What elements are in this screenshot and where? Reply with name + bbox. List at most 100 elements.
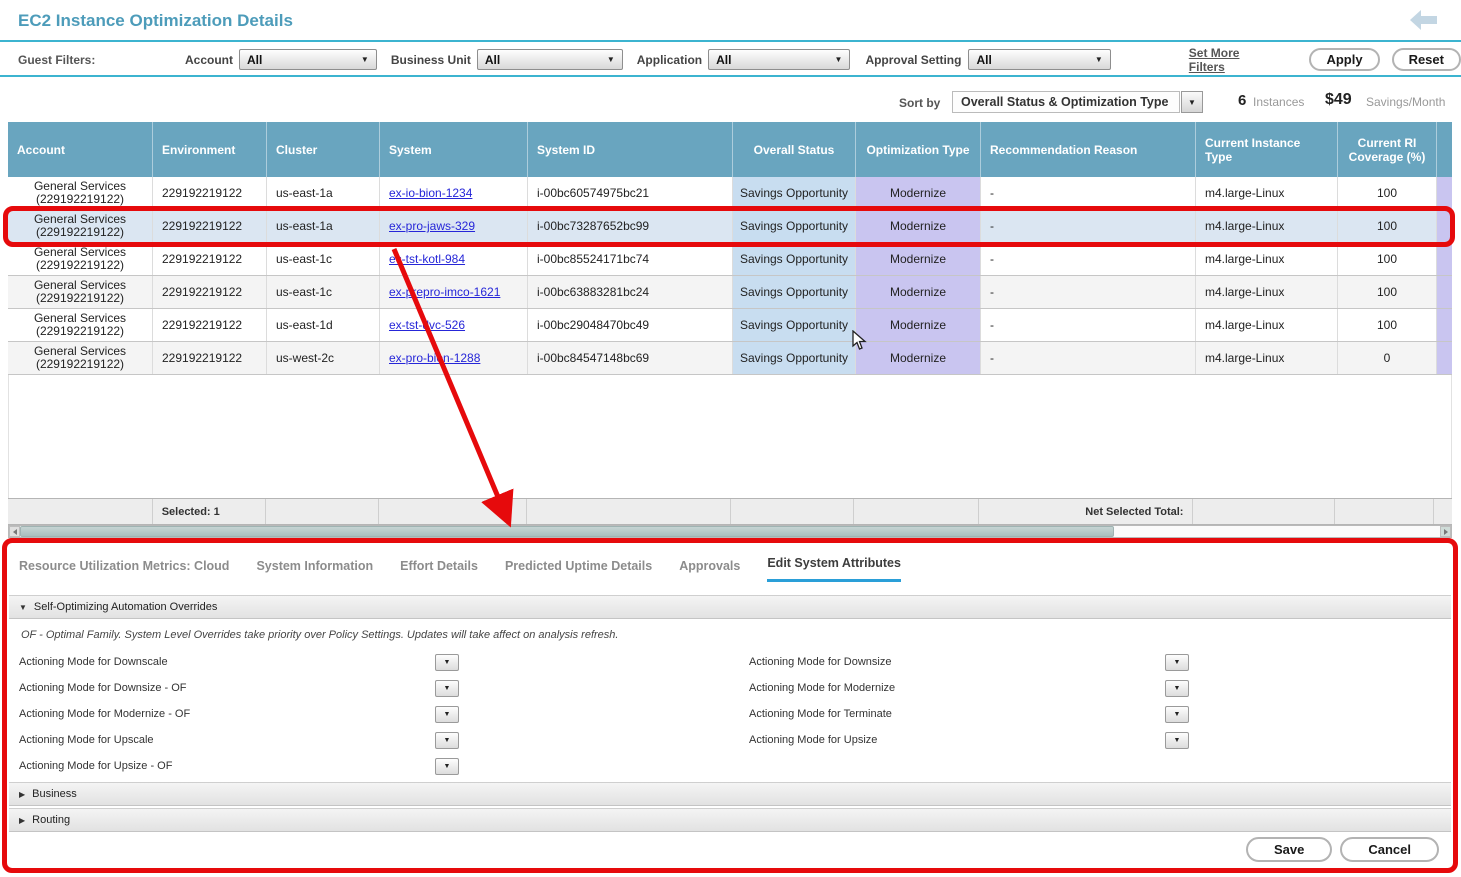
cell-sliver xyxy=(1437,243,1452,275)
cell-current-instance-type: m4.large-Linux xyxy=(1196,342,1338,374)
cell-system-id: i-00bc29048470bc49 xyxy=(528,309,733,341)
scrollbar-thumb[interactable] xyxy=(20,526,1114,537)
col-header-ri-coverage[interactable]: Current RI Coverage (%) xyxy=(1338,122,1437,177)
reset-button[interactable]: Reset xyxy=(1392,48,1461,71)
system-link[interactable]: ex-pro-bion-1288 xyxy=(389,351,480,365)
system-link[interactable]: ex-tst-dvc-526 xyxy=(389,318,465,332)
system-link[interactable]: ex-pro-jaws-329 xyxy=(389,219,475,233)
table-row[interactable]: General Services(229192219122) 229192219… xyxy=(8,243,1452,276)
col-header-environment[interactable]: Environment xyxy=(153,122,267,177)
back-arrow-icon[interactable] xyxy=(1409,8,1439,37)
scroll-left-icon[interactable] xyxy=(9,526,20,537)
application-filter-select[interactable]: All ▼ xyxy=(708,49,850,70)
account-filter-select[interactable]: All ▼ xyxy=(239,49,377,70)
cell-recommendation-reason: - xyxy=(981,210,1196,242)
system-link[interactable]: ex-io-bion-1234 xyxy=(389,186,472,200)
section-routing[interactable]: ▶ Routing xyxy=(9,808,1451,832)
form-row: Actioning Mode for Upscale ▼ xyxy=(19,727,459,753)
upsize-of-mode-select[interactable]: ▼ xyxy=(435,758,459,775)
table-row[interactable]: General Services(229192219122) 229192219… xyxy=(8,276,1452,309)
col-header-overall-status[interactable]: Overall Status xyxy=(733,122,856,177)
cancel-button[interactable]: Cancel xyxy=(1340,837,1439,862)
tab-resource-utilization-metrics[interactable]: Resource Utilization Metrics: Cloud xyxy=(19,559,229,582)
cell-optimization-type: Modernize xyxy=(856,243,981,275)
upscale-mode-select[interactable]: ▼ xyxy=(435,732,459,749)
modernize-of-mode-select[interactable]: ▼ xyxy=(435,706,459,723)
table-footer-row: Selected: 1 Net Selected Total: xyxy=(8,498,1452,525)
detail-panel: Resource Utilization Metrics: Cloud Syst… xyxy=(2,538,1458,873)
section-self-optimizing-overrides[interactable]: ▼ Self-Optimizing Automation Overrides xyxy=(9,595,1451,619)
downsize-mode-select[interactable]: ▼ xyxy=(1165,654,1189,671)
col-header-system-id[interactable]: System ID xyxy=(528,122,733,177)
modernize-mode-select[interactable]: ▼ xyxy=(1165,680,1189,697)
col-header-cluster[interactable]: Cluster xyxy=(267,122,380,177)
chevron-down-icon: ▼ xyxy=(1174,737,1181,744)
save-button[interactable]: Save xyxy=(1246,837,1332,862)
col-header-account[interactable]: Account xyxy=(8,122,153,177)
cell-system-id: i-00bc63883281bc24 xyxy=(528,276,733,308)
system-link[interactable]: ec-tst-kotl-984 xyxy=(389,252,465,266)
table-row[interactable]: General Services(229192219122) 229192219… xyxy=(8,309,1452,342)
section-label: Self-Optimizing Automation Overrides xyxy=(34,601,217,613)
cell-sliver xyxy=(1437,276,1452,308)
scroll-right-icon[interactable] xyxy=(1440,526,1451,537)
col-header-recommendation-reason[interactable]: Recommendation Reason xyxy=(981,122,1196,177)
cell-optimization-type: Modernize xyxy=(856,177,981,209)
cell-recommendation-reason: - xyxy=(981,243,1196,275)
horizontal-scrollbar[interactable] xyxy=(8,525,1452,538)
tab-predicted-uptime-details[interactable]: Predicted Uptime Details xyxy=(505,559,652,582)
field-label-upscale: Actioning Mode for Upscale xyxy=(19,734,154,746)
tab-edit-system-attributes[interactable]: Edit System Attributes xyxy=(767,556,901,582)
cell-ri-coverage: 100 xyxy=(1338,243,1437,275)
col-header-sliver xyxy=(1437,122,1452,177)
set-more-filters-link[interactable]: Set More Filters xyxy=(1189,46,1270,74)
cell-account: General Services(229192219122) xyxy=(8,276,153,308)
tab-approvals[interactable]: Approvals xyxy=(679,559,740,582)
tab-system-information[interactable]: System Information xyxy=(256,559,373,582)
terminate-mode-select[interactable]: ▼ xyxy=(1165,706,1189,723)
cell-current-instance-type: m4.large-Linux xyxy=(1196,309,1338,341)
table-row-selected[interactable]: General Services(229192219122) 229192219… xyxy=(8,210,1452,243)
upsize-mode-select[interactable]: ▼ xyxy=(1165,732,1189,749)
cell-optimization-type: Modernize xyxy=(856,276,981,308)
cell-sliver xyxy=(1437,342,1452,374)
col-header-optimization-type[interactable]: Optimization Type xyxy=(856,122,981,177)
system-link[interactable]: ex-prepro-imco-1621 xyxy=(389,285,500,299)
cell-overall-status: Savings Opportunity xyxy=(733,243,856,275)
cell-ri-coverage: 100 xyxy=(1338,309,1437,341)
overrides-form-left: Actioning Mode for Downscale ▼ Actioning… xyxy=(19,649,459,779)
approval-setting-filter-select[interactable]: All ▼ xyxy=(968,49,1110,70)
col-header-current-instance-type[interactable]: Current Instance Type xyxy=(1196,122,1338,177)
downsize-of-mode-select[interactable]: ▼ xyxy=(435,680,459,697)
chevron-down-icon: ▼ xyxy=(444,685,451,692)
chevron-down-icon: ▼ xyxy=(1188,98,1196,107)
cell-account: General Services(229192219122) xyxy=(8,243,153,275)
business-unit-filter-select[interactable]: All ▼ xyxy=(477,49,623,70)
table-row[interactable]: General Services(229192219122) 229192219… xyxy=(8,177,1452,210)
cell-account: General Services(229192219122) xyxy=(8,342,153,374)
cell-overall-status: Savings Opportunity xyxy=(733,177,856,209)
guest-filters-label: Guest Filters: xyxy=(18,53,95,67)
section-business[interactable]: ▶ Business xyxy=(9,782,1451,806)
cell-sliver xyxy=(1437,210,1452,242)
cell-system-id: i-00bc73287652bc99 xyxy=(528,210,733,242)
sort-select-arrow-button[interactable]: ▼ xyxy=(1181,91,1203,113)
table-row[interactable]: General Services(229192219122) 229192219… xyxy=(8,342,1452,375)
col-header-system[interactable]: System xyxy=(380,122,528,177)
cell-system: ec-tst-kotl-984 xyxy=(380,243,528,275)
triangle-down-icon: ▼ xyxy=(19,603,27,612)
tab-effort-details[interactable]: Effort Details xyxy=(400,559,478,582)
cell-overall-status: Savings Opportunity xyxy=(733,276,856,308)
field-label-terminate: Actioning Mode for Terminate xyxy=(749,708,892,720)
field-label-downsize-of: Actioning Mode for Downsize - OF xyxy=(19,682,187,694)
filter-bar: Guest Filters: Account All ▼ Business Un… xyxy=(0,44,1461,77)
apply-button[interactable]: Apply xyxy=(1309,48,1379,71)
cell-environment: 229192219122 xyxy=(153,309,267,341)
cell-current-instance-type: m4.large-Linux xyxy=(1196,177,1338,209)
sort-select[interactable]: Overall Status & Optimization Type xyxy=(952,91,1180,113)
cell-environment: 229192219122 xyxy=(153,276,267,308)
cell-optimization-type: Modernize xyxy=(856,210,981,242)
downscale-mode-select[interactable]: ▼ xyxy=(435,654,459,671)
business-unit-filter-label: Business Unit xyxy=(391,53,471,67)
cell-cluster: us-east-1a xyxy=(267,210,380,242)
